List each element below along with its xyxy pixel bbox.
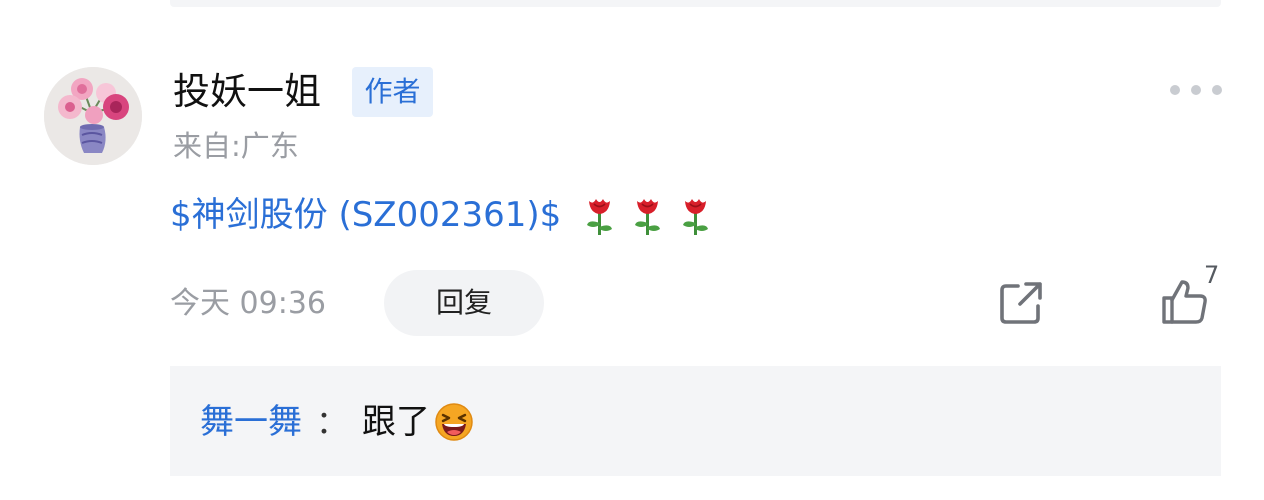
- reply-preview-panel[interactable]: 舞一舞 ： 跟了: [170, 366, 1221, 476]
- previous-section-edge: [170, 0, 1221, 7]
- rose-icon: [635, 199, 661, 235]
- location-text: 来自:广东: [173, 129, 299, 163]
- avatar-flower-image: [44, 67, 142, 165]
- laughing-face-icon: [435, 403, 473, 441]
- reply-text: 跟了: [362, 402, 431, 442]
- like-thumb-icon[interactable]: [1160, 278, 1210, 326]
- more-options-button[interactable]: [1170, 78, 1222, 102]
- rose-emoji-group: [581, 193, 714, 237]
- more-dot-icon: [1191, 85, 1201, 95]
- reply-separator: ：: [316, 403, 349, 441]
- like-count: 7: [1204, 261, 1220, 289]
- share-icon[interactable]: [998, 280, 1044, 326]
- more-dot-icon: [1212, 85, 1222, 95]
- reply-item: 舞一舞 ： 跟了: [200, 397, 474, 447]
- comment-card: 投妖一姐 作者 来自:广东 $神剑股份 (SZ002361)$ 今天 09:36…: [0, 0, 1264, 500]
- reply-username[interactable]: 舞一舞: [200, 397, 302, 447]
- stock-link[interactable]: $神剑股份 (SZ002361)$: [170, 190, 561, 240]
- post-timestamp: 今天 09:36: [170, 286, 326, 321]
- author-badge: 作者: [352, 67, 433, 117]
- rose-icon: [683, 199, 709, 235]
- rose-icon: [587, 199, 613, 235]
- avatar[interactable]: [44, 67, 142, 165]
- more-dot-icon: [1170, 85, 1180, 95]
- reply-button[interactable]: 回复: [384, 270, 544, 336]
- post-content: $神剑股份 (SZ002361)$: [170, 190, 714, 240]
- author-name[interactable]: 投妖一姐: [173, 68, 321, 116]
